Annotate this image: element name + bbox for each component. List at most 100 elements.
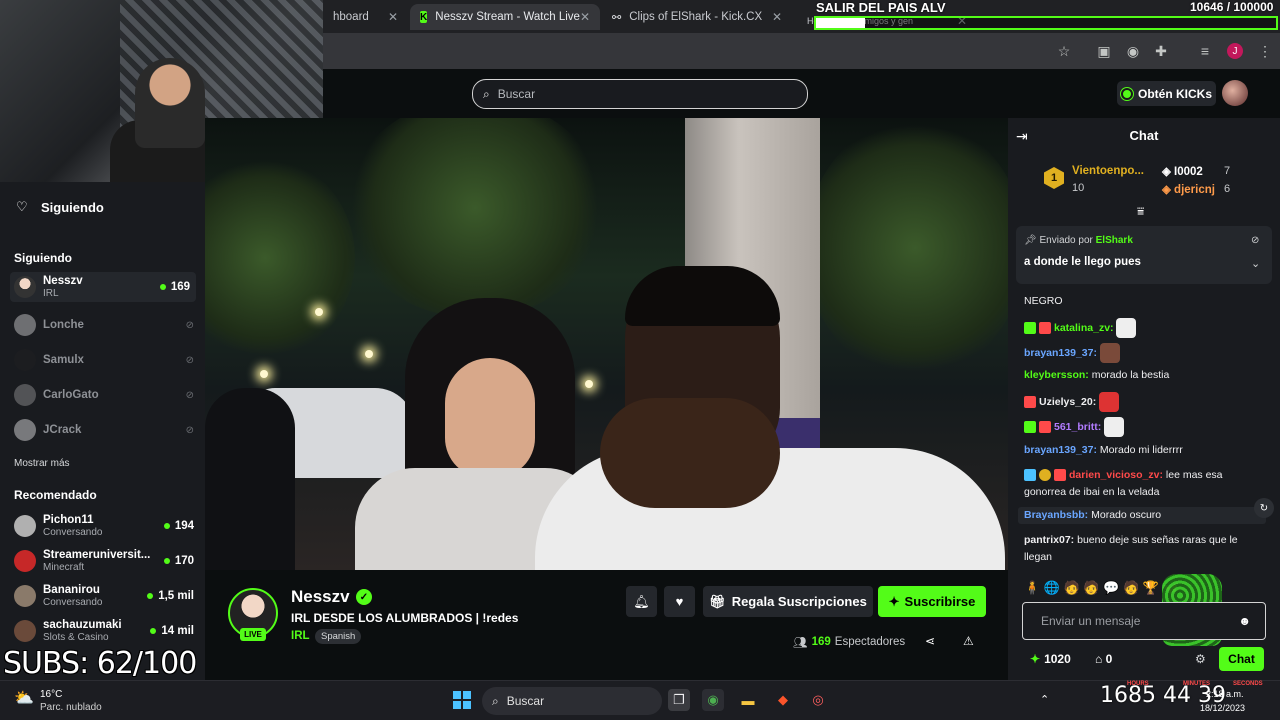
channel-name: Samulx xyxy=(43,353,84,366)
streamer-name[interactable]: Nesszv xyxy=(291,587,350,607)
goal-progress-fill xyxy=(816,18,865,28)
bookmark-star-icon[interactable]: ☆ xyxy=(1055,42,1073,60)
tab-clips-elshark[interactable]: ⚯ Clips of ElShark - Kick.CX ✕ xyxy=(602,4,792,30)
goal-title: SALIR DEL PAIS ALV xyxy=(816,0,946,15)
channel-name: Lonche xyxy=(43,318,84,331)
heart-icon: ♡ xyxy=(16,199,28,214)
sidebar-item-samulx[interactable]: Samulx ⊘ xyxy=(14,345,194,375)
start-button[interactable] xyxy=(453,691,471,709)
sidebar-item-carlogato[interactable]: CarloGato ⊘ xyxy=(14,380,194,410)
gift-icon: 🎁︎ xyxy=(709,593,726,609)
chat-title: Chat xyxy=(1129,128,1159,143)
weather-desc: Parc. nublado xyxy=(40,702,102,713)
close-icon[interactable]: ✕ xyxy=(580,10,590,24)
gift-subs-button[interactable]: 🎁︎ Regala Suscripciones xyxy=(703,586,873,617)
viewer-count: 1,5 mil xyxy=(147,590,194,602)
emoji-icon[interactable]: ☻ xyxy=(1238,614,1251,628)
sidebar-item-bananirou[interactable]: Bananirou Conversando 1,5 mil xyxy=(14,581,194,611)
profile-icon[interactable]: J xyxy=(1226,42,1244,60)
folder-icon[interactable]: ▬ xyxy=(737,689,759,711)
chat-message: 561_britt: xyxy=(1024,417,1264,437)
leaderboard-name: ◈ I0002 xyxy=(1162,166,1203,178)
tab-nesszv-stream[interactable]: K Nesszv Stream - Watch Live ✕ xyxy=(410,4,600,30)
get-kicks-button[interactable]: Obtén KICKs xyxy=(1117,81,1216,106)
task-view-icon[interactable]: ❐ xyxy=(668,689,690,711)
sidebar-item-lonche[interactable]: Lonche ⊘ xyxy=(14,310,194,340)
tab-dashboard[interactable]: hboard ✕ xyxy=(323,4,408,30)
chat-input[interactable]: Enviar un mensaje ☻ xyxy=(1022,602,1266,640)
viewer-count: 👥︎ 169 Espectadores xyxy=(793,636,906,649)
shop-button[interactable]: ⌂ 0 xyxy=(1095,652,1112,666)
sidebar-title[interactable]: Siguiendo xyxy=(41,200,104,215)
timer-label: HOURS xyxy=(1127,681,1149,687)
puzzle-icon[interactable]: ✚ xyxy=(1152,42,1170,60)
channel-category: Slots & Casino xyxy=(43,631,109,643)
points-icon: ✦ xyxy=(1030,652,1041,666)
avatar xyxy=(14,585,36,607)
subscribe-label: Suscribirse xyxy=(904,594,976,609)
clock-date: 18/12/2023 xyxy=(1200,703,1246,713)
sparkle-icon: ✦ xyxy=(888,593,900,609)
show-more-link[interactable]: Mostrar más xyxy=(14,458,70,469)
gear-icon[interactable]: ⚙ xyxy=(1195,652,1206,666)
chat-message: brayan139_37: xyxy=(1024,343,1264,363)
leaderboard-score: 7 xyxy=(1224,165,1231,177)
video-player[interactable] xyxy=(205,118,1008,570)
report-icon[interactable]: ⚠ xyxy=(963,634,974,648)
viewer-count: 169 xyxy=(159,281,190,293)
chevron-down-icon[interactable]: ⌄ xyxy=(1251,257,1260,270)
channel-name: JCrack xyxy=(43,423,82,436)
subscribe-button[interactable]: ✦ Suscribirse xyxy=(878,586,986,617)
pinned-author: 📌︎ Enviado por ElShark xyxy=(1024,235,1133,246)
sidebar-item-jcrack[interactable]: JCrack ⊘ xyxy=(14,415,194,445)
taskbar-search[interactable]: ⌕ Buscar xyxy=(482,687,662,715)
close-icon[interactable]: ✕ xyxy=(772,10,782,24)
gift-subs-label: Regala Suscripciones xyxy=(731,594,867,609)
close-icon[interactable]: ✕ xyxy=(388,10,398,24)
menu-icon[interactable]: ⋮ xyxy=(1256,42,1274,60)
sidebar-item-sachauzumaki[interactable]: sachauzumaki Slots & Casino 14 mil xyxy=(14,616,194,646)
chat-send-button[interactable]: Chat xyxy=(1219,647,1264,671)
app-icon[interactable]: ◎ xyxy=(807,689,829,711)
channel-name: Pichon11 xyxy=(43,513,94,526)
viewer-count: 170 xyxy=(163,555,194,567)
emote-bar[interactable]: 🧍 🌐 🧑 🧑 💬 🧑 🏆 🦋 xyxy=(1024,580,1268,598)
sidebar-item-pichon11[interactable]: Pichon11 Conversando 194 xyxy=(14,511,194,541)
offline-icon: ⊘ xyxy=(185,354,194,366)
search-input[interactable]: ⌕ Buscar xyxy=(472,79,808,109)
channel-points[interactable]: ✦ 1020 xyxy=(1030,652,1071,666)
chevron-up-icon[interactable]: ⌃ xyxy=(1040,693,1049,706)
weather-icon[interactable]: ⛅ xyxy=(14,688,36,708)
avatar[interactable] xyxy=(1222,80,1248,106)
brave-icon[interactable]: ◆ xyxy=(772,689,794,711)
live-badge: LIVE xyxy=(240,628,266,641)
people-icon: 👥︎ xyxy=(793,637,808,649)
media-control-icon[interactable]: ≡ xyxy=(1196,42,1214,60)
category-link[interactable]: IRL xyxy=(291,630,310,642)
offline-icon: ⊘ xyxy=(185,389,194,401)
unpin-icon[interactable]: ⊘ xyxy=(1251,235,1259,246)
language-tag[interactable]: Spanish xyxy=(315,629,362,644)
goal-count: 10646 / 100000 xyxy=(1190,0,1274,14)
tab-title: Nesszv Stream - Watch Live xyxy=(435,11,580,23)
avatar xyxy=(14,550,36,572)
leaderboard-score: 10 xyxy=(1072,182,1085,194)
filter-icon[interactable]: ⩸ xyxy=(1137,204,1144,219)
extension-icon[interactable]: ◉ xyxy=(1124,42,1142,60)
cast-icon[interactable]: ▣ xyxy=(1095,42,1113,60)
link-icon: ⚯ xyxy=(612,11,622,24)
leaderboard-name: ◈ djericnj xyxy=(1162,184,1215,196)
chrome-icon[interactable]: ◉ xyxy=(702,689,724,711)
scroll-to-bottom-icon[interactable]: ↻ xyxy=(1254,498,1274,518)
sidebar-item-streameruniversity[interactable]: Streameruniversit... Minecraft 170 xyxy=(14,546,194,576)
channel-name: Streameruniversit... xyxy=(43,548,151,561)
share-icon[interactable]: ⋖ xyxy=(925,634,935,648)
stream-title: IRL DESDE LOS ALUMBRADOS | !redes xyxy=(291,611,519,625)
channel-name: Bananirou xyxy=(43,583,100,596)
subs-counter-overlay: SUBS: 62/100 xyxy=(3,646,197,681)
leaderboard-name: Vientoenpo... xyxy=(1072,165,1144,177)
viewer-count: 14 mil xyxy=(150,625,194,637)
sidebar-item-nesszv[interactable]: Nesszv IRL 169 xyxy=(10,272,196,302)
follow-button[interactable]: ♥ xyxy=(664,586,695,617)
notification-bell-button[interactable]: 🔔︎ xyxy=(626,586,657,617)
